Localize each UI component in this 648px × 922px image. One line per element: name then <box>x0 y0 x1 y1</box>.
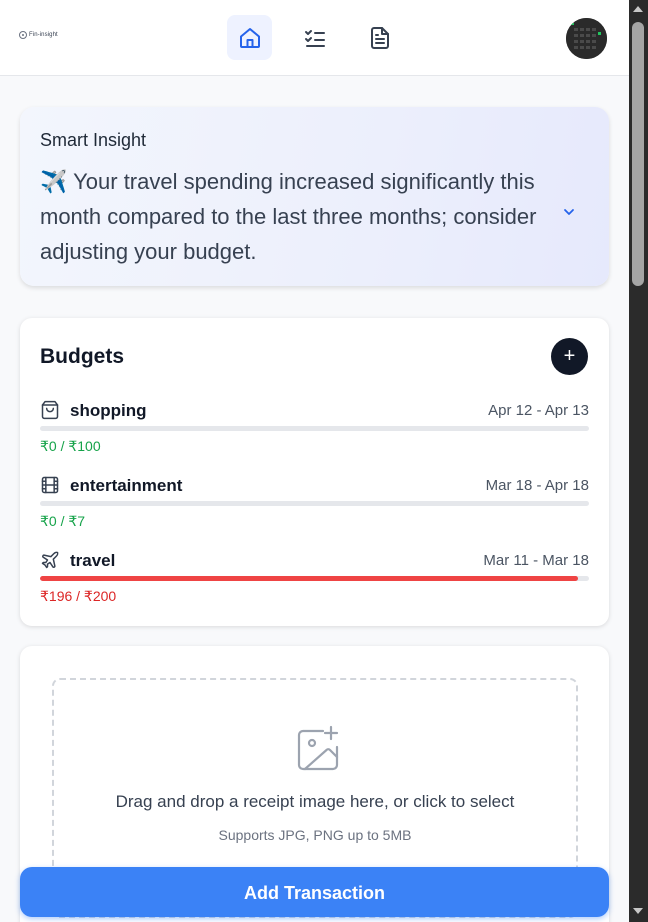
shopping-bag-icon <box>41 400 59 420</box>
budget-progress-bar <box>40 576 589 581</box>
budget-progress-bar <box>40 501 589 506</box>
budget-item-shopping[interactable]: shopping Apr 12 - Apr 13 ₹0 / ₹100 <box>40 400 589 460</box>
insight-message: Your travel spending increased significa… <box>40 169 537 264</box>
budget-name: entertainment <box>70 476 183 495</box>
insight-text: ✈️ Your travel spending increased signif… <box>40 164 545 269</box>
smart-insight-card[interactable]: Smart Insight ✈️ Your travel spending in… <box>20 107 609 286</box>
budget-name: travel <box>70 551 116 570</box>
chevron-down-icon[interactable] <box>561 204 577 220</box>
film-icon <box>41 476 59 494</box>
logo-icon <box>19 31 27 39</box>
nav-reports-button[interactable] <box>357 15 402 60</box>
add-transaction-button[interactable]: Add Transaction <box>20 867 609 917</box>
app: Fin-insight Smart Insight ✈️ Your travel… <box>0 0 629 922</box>
budget-dates: Mar 11 - Mar 18 <box>483 552 589 569</box>
budget-progress-bar <box>40 426 589 431</box>
budget-amount: ₹196 / ₹200 <box>40 588 117 604</box>
budget-amount: ₹0 / ₹100 <box>40 438 101 454</box>
insight-title: Smart Insight <box>40 130 147 150</box>
budget-progress-fill <box>40 576 579 581</box>
dropzone-subtext: Supports JPG, PNG up to 5MB <box>218 827 412 843</box>
nav-tasks-button[interactable] <box>292 15 337 60</box>
budget-dates: Apr 12 - Apr 13 <box>488 402 589 419</box>
dropzone-text: Drag and drop a receipt image here, or c… <box>115 792 515 811</box>
checklist-icon <box>304 29 325 47</box>
avatar-image <box>566 18 607 59</box>
logo-text: Fin-insight <box>29 32 58 38</box>
scroll-up-arrow-icon[interactable] <box>633 6 643 12</box>
document-icon <box>370 26 389 49</box>
plane-icon <box>41 551 59 569</box>
logo[interactable]: Fin-insight <box>19 31 58 39</box>
scrollbar[interactable] <box>629 0 648 922</box>
avatar[interactable] <box>566 18 607 59</box>
add-budget-button[interactable]: + <box>551 338 588 375</box>
image-plus-icon <box>297 725 339 771</box>
budget-amount: ₹0 / ₹7 <box>40 513 86 529</box>
plane-emoji-icon: ✈️ <box>40 169 68 194</box>
home-icon <box>239 27 260 48</box>
budget-item-entertainment[interactable]: entertainment Mar 18 - Apr 18 ₹0 / ₹7 <box>40 475 589 535</box>
budgets-title: Budgets <box>40 345 124 368</box>
budget-dates: Mar 18 - Apr 18 <box>485 477 589 494</box>
scroll-down-arrow-icon[interactable] <box>633 908 643 914</box>
header: Fin-insight <box>0 0 629 76</box>
scrollbar-thumb[interactable] <box>632 22 644 286</box>
nav-home-button[interactable] <box>227 15 272 60</box>
budget-item-travel[interactable]: travel Mar 11 - Mar 18 ₹196 / ₹200 <box>40 550 589 610</box>
budgets-card: Budgets + shopping Apr 12 - Apr 13 ₹0 / … <box>20 318 609 626</box>
budget-name: shopping <box>70 401 147 420</box>
